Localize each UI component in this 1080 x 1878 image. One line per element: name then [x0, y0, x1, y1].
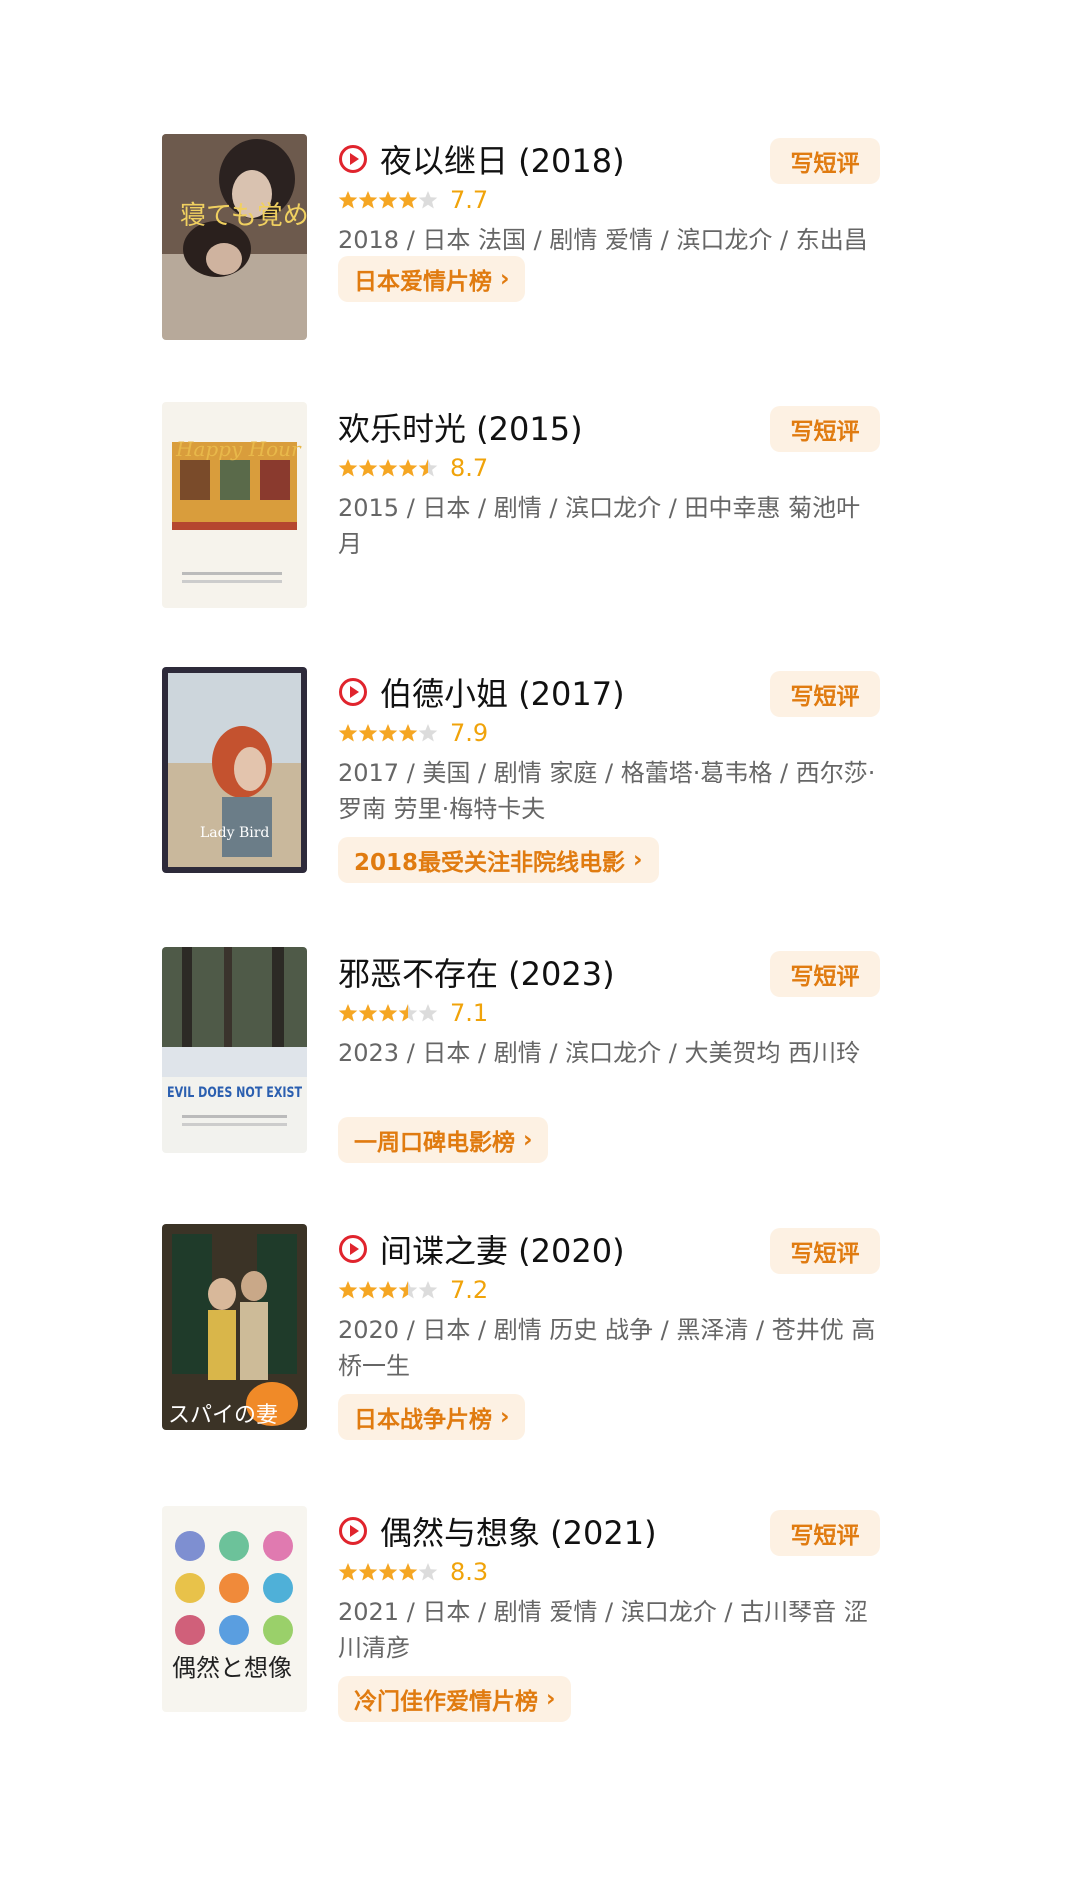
- star-rating: [338, 190, 438, 210]
- movie-title[interactable]: 欢乐时光 (2015): [338, 404, 583, 450]
- movie-poster[interactable]: スパイの妻: [162, 1224, 307, 1430]
- star-full-icon: [358, 1004, 378, 1022]
- lady-bird-poster-image: Lady Bird: [162, 667, 307, 873]
- chart-tag-label: 日本爱情片榜: [354, 269, 492, 295]
- poster-title-text: Happy Hour: [175, 437, 302, 461]
- rating-score: 7.7: [450, 186, 489, 214]
- star-full-icon: [338, 1281, 358, 1299]
- play-icon[interactable]: [338, 1516, 368, 1546]
- wife-of-spy-poster-image: スパイの妻: [162, 1224, 307, 1430]
- star-rating: [338, 1280, 438, 1300]
- star-empty-icon: [418, 724, 438, 742]
- movie-info: 2021 / 日本 / 剧情 爱情 / 滨口龙介 / 古川琴音 涩川清彦: [338, 1598, 868, 1662]
- star-half-icon: [418, 459, 438, 477]
- write-review-button[interactable]: 写短评: [770, 406, 880, 452]
- rating-score: 7.1: [450, 999, 489, 1027]
- movie-title[interactable]: 间谍之妻 (2020): [380, 1226, 625, 1272]
- movie-title[interactable]: 偶然与想象 (2021): [380, 1508, 657, 1554]
- write-review-button[interactable]: 写短评: [770, 1510, 880, 1556]
- movie-poster[interactable]: EVIL DOES NOT EXIST: [162, 947, 307, 1153]
- movie-info: 2015 / 日本 / 剧情 / 滨口龙介 / 田中幸惠 菊池叶月: [338, 494, 861, 558]
- write-review-button[interactable]: 写短评: [770, 671, 880, 717]
- star-full-icon: [358, 1281, 378, 1299]
- star-full-icon: [378, 1563, 398, 1581]
- movie-info: 2023 / 日本 / 剧情 / 滨口龙介 / 大美贺均 西川玲: [338, 1039, 861, 1067]
- chart-tag-label: 2018最受关注非院线电影: [354, 850, 626, 876]
- poster-title-text: 寝ても覚めても: [180, 201, 307, 231]
- star-full-icon: [358, 459, 378, 477]
- write-review-button[interactable]: 写短评: [770, 951, 880, 997]
- chevron-right-icon: ›: [633, 847, 643, 873]
- star-full-icon: [398, 459, 418, 477]
- rating-score: 7.2: [450, 1276, 489, 1304]
- star-rating: [338, 723, 438, 743]
- movie-poster[interactable]: Lady Bird: [162, 667, 307, 873]
- movie-poster[interactable]: 寝ても覚めても: [162, 134, 307, 340]
- play-icon[interactable]: [338, 144, 368, 174]
- star-full-icon: [378, 459, 398, 477]
- movie-poster[interactable]: 偶然と想像: [162, 1506, 307, 1712]
- star-half-icon: [398, 1004, 418, 1022]
- star-full-icon: [338, 191, 358, 209]
- star-empty-icon: [418, 1281, 438, 1299]
- movie-title[interactable]: 伯德小姐 (2017): [380, 669, 625, 715]
- poster-title-text: 偶然と想像: [172, 1654, 292, 1682]
- movie-info: 2020 / 日本 / 剧情 历史 战争 / 黑泽清 / 苍井优 高桥一生: [338, 1316, 876, 1380]
- star-full-icon: [338, 459, 358, 477]
- star-full-icon: [378, 724, 398, 742]
- movie-title[interactable]: 夜以继日 (2018): [380, 136, 625, 182]
- chevron-right-icon: ›: [500, 1404, 510, 1430]
- chart-tag[interactable]: 冷门佳作爱情片榜 ›: [338, 1676, 572, 1722]
- write-review-button[interactable]: 写短评: [770, 1228, 880, 1274]
- star-full-icon: [398, 191, 418, 209]
- poster-title-text: Lady Bird: [200, 825, 269, 841]
- asako-poster-image: 寝ても覚めても: [162, 134, 307, 340]
- chevron-right-icon: ›: [523, 1127, 533, 1153]
- chart-tag[interactable]: 日本战争片榜 ›: [338, 1394, 526, 1440]
- wheel-of-fortune-poster-image: 偶然と想像: [162, 1506, 307, 1712]
- star-empty-icon: [418, 1563, 438, 1581]
- poster-title-text: スパイの妻: [168, 1403, 278, 1428]
- chart-tag[interactable]: 2018最受关注非院线电影 ›: [338, 837, 659, 883]
- movie-info: 2017 / 美国 / 剧情 家庭 / 格蕾塔·葛韦格 / 西尔莎·罗南 劳里·…: [338, 759, 876, 823]
- chart-tag-label: 冷门佳作爱情片榜: [354, 1689, 538, 1715]
- star-full-icon: [338, 1004, 358, 1022]
- write-review-button[interactable]: 写短评: [770, 138, 880, 184]
- chart-tag[interactable]: 日本爱情片榜 ›: [338, 256, 526, 302]
- star-full-icon: [378, 1004, 398, 1022]
- star-rating: [338, 458, 438, 478]
- poster-title-text: EVIL DOES NOT EXIST: [167, 1085, 302, 1101]
- rating-score: 7.9: [450, 719, 489, 747]
- play-icon[interactable]: [338, 677, 368, 707]
- star-rating: [338, 1562, 438, 1582]
- star-full-icon: [378, 1281, 398, 1299]
- chevron-right-icon: ›: [546, 1686, 556, 1712]
- chevron-right-icon: ›: [500, 266, 510, 292]
- chart-tag-label: 一周口碑电影榜: [354, 1130, 515, 1156]
- star-rating: [338, 1003, 438, 1023]
- star-empty-icon: [418, 191, 438, 209]
- rating-score: 8.7: [450, 454, 489, 482]
- play-icon[interactable]: [338, 1234, 368, 1264]
- happy-hour-poster-image: Happy Hour: [162, 402, 307, 608]
- star-full-icon: [358, 724, 378, 742]
- movie-poster[interactable]: Happy Hour: [162, 402, 307, 608]
- chart-tag-label: 日本战争片榜: [354, 1407, 492, 1433]
- star-half-icon: [398, 1281, 418, 1299]
- star-full-icon: [338, 724, 358, 742]
- star-full-icon: [398, 1563, 418, 1581]
- evil-does-not-exist-poster-image: EVIL DOES NOT EXIST: [162, 947, 307, 1153]
- chart-tag[interactable]: 一周口碑电影榜 ›: [338, 1117, 549, 1163]
- star-full-icon: [338, 1563, 358, 1581]
- star-full-icon: [358, 1563, 378, 1581]
- star-empty-icon: [418, 1004, 438, 1022]
- movie-title[interactable]: 邪恶不存在 (2023): [338, 949, 615, 995]
- rating-score: 8.3: [450, 1558, 489, 1586]
- star-full-icon: [378, 191, 398, 209]
- star-full-icon: [398, 724, 418, 742]
- star-full-icon: [358, 191, 378, 209]
